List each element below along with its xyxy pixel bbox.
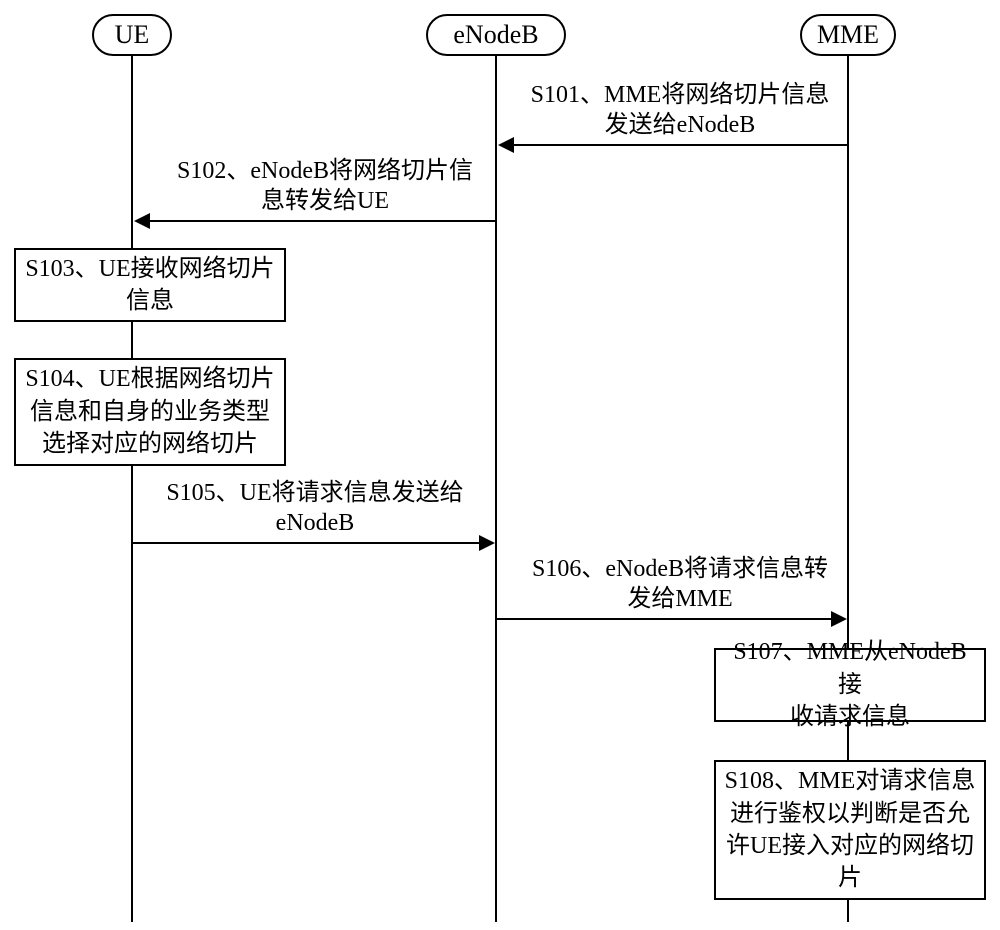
msg-s106-label: S106、eNodeB将请求信息转 发给MME [510, 554, 850, 614]
actor-ue: UE [92, 14, 172, 56]
msg-s106-line [497, 618, 831, 620]
msg-s102-arrow [134, 213, 150, 229]
actor-ue-label: UE [115, 20, 150, 50]
step-s107: S107、MME从eNodeB接 收请求信息 [714, 648, 986, 722]
actor-mme-label: MME [817, 20, 879, 50]
step-s103-label: S103、UE接收网络切片 信息 [25, 253, 274, 318]
step-s107-label: S107、MME从eNodeB接 收请求信息 [722, 636, 978, 733]
step-s104: S104、UE根据网络切片 信息和自身的业务类型 选择对应的网络切片 [14, 358, 286, 466]
lifeline-enodeb [495, 56, 497, 922]
step-s104-label: S104、UE根据网络切片 信息和自身的业务类型 选择对应的网络切片 [25, 363, 274, 460]
actor-mme: MME [800, 14, 896, 56]
msg-s105-label: S105、UE将请求信息发送给 eNodeB [145, 478, 485, 538]
msg-s102-label: S102、eNodeB将网络切片信 息转发给UE [155, 156, 495, 216]
actor-enodeb: eNodeB [426, 14, 566, 56]
lifeline-ue [131, 56, 133, 922]
sequence-diagram: UE eNodeB MME S101、MME将网络切片信息 发送给eNodeB … [0, 0, 1000, 930]
msg-s105-line [133, 542, 479, 544]
msg-s101-line [514, 144, 848, 146]
msg-s101-label: S101、MME将网络切片信息 发送给eNodeB [510, 80, 850, 140]
step-s108: S108、MME对请求信息 进行鉴权以判断是否允 许UE接入对应的网络切 片 [714, 760, 986, 900]
step-s103: S103、UE接收网络切片 信息 [14, 248, 286, 322]
actor-enodeb-label: eNodeB [453, 20, 538, 50]
msg-s102-line [150, 220, 496, 222]
step-s108-label: S108、MME对请求信息 进行鉴权以判断是否允 许UE接入对应的网络切 片 [725, 765, 976, 895]
